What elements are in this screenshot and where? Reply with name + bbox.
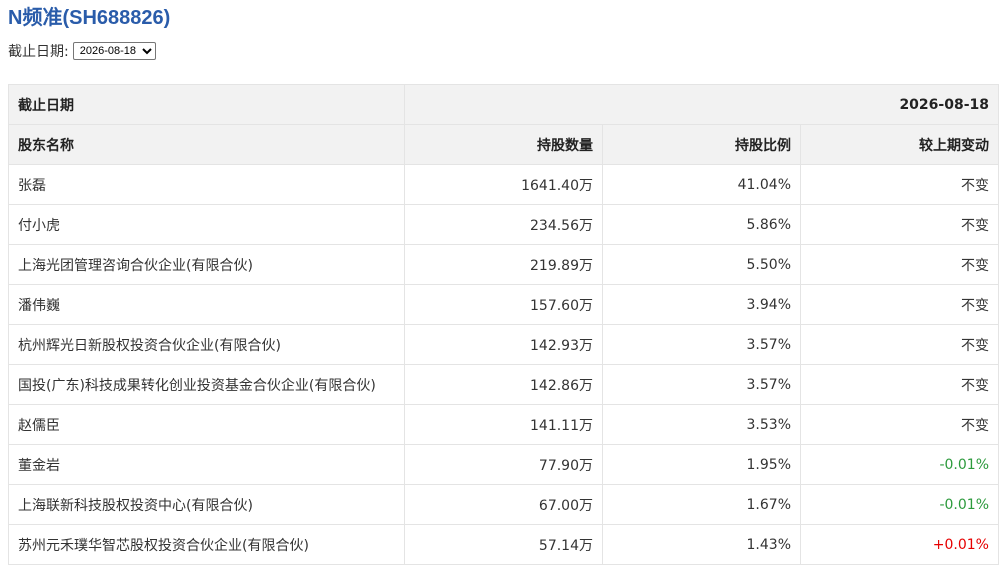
shares-cell: 157.60万: [404, 284, 603, 325]
page: N频准(SH688826) 截止日期: 2026-08-18 截止日期 2026…: [0, 0, 1000, 580]
date-select[interactable]: 2026-08-18: [72, 42, 156, 60]
shareholder-name-cell: 张磊: [8, 164, 405, 205]
stock-title: N频准(SH688826): [8, 7, 171, 29]
shareholders-table: 截止日期 2026-08-18 股东名称 持股数量 持股比例 较上期变动 张磊 1…: [8, 84, 999, 565]
ratio-cell: 3.53%: [602, 404, 801, 445]
change-cell: 不变: [800, 364, 999, 405]
shares-cell: 234.56万: [404, 204, 603, 245]
shares-cell: 67.00万: [404, 484, 603, 525]
table-row: 国投(广东)科技成果转化创业投资基金合伙企业(有限合伙) 142.86万 3.57%…: [8, 364, 999, 405]
ratio-cell: 1.67%: [602, 484, 801, 525]
table-row: 杭州辉光日新股权投资合伙企业(有限合伙) 142.93万 3.57% 不变: [8, 324, 999, 365]
change-cell: 不变: [800, 204, 999, 245]
table-row: 潘伟巍 157.60万 3.94% 不变: [8, 284, 999, 325]
change-cell: 不变: [800, 164, 999, 205]
shares-cell: 1641.40万: [404, 164, 603, 205]
change-cell: -0.01%: [800, 444, 999, 485]
shares-cell: 77.90万: [404, 444, 603, 485]
ratio-cell: 1.95%: [602, 444, 801, 485]
change-cell: -0.01%: [800, 484, 999, 525]
date-header-label: 截止日期: [8, 84, 405, 125]
column-header-shares: 持股数量: [404, 124, 603, 165]
ratio-cell: 5.50%: [602, 244, 801, 285]
shareholder-name-cell: 付小虎: [8, 204, 405, 245]
column-header-name: 股东名称: [8, 124, 405, 165]
ratio-cell: 5.86%: [602, 204, 801, 245]
ratio-cell: 3.57%: [602, 324, 801, 365]
shares-cell: 142.86万: [404, 364, 603, 405]
change-cell: +0.01%: [800, 524, 999, 565]
change-cell: 不变: [800, 244, 999, 285]
shareholder-name-cell: 国投(广东)科技成果转化创业投资基金合伙企业(有限合伙): [8, 364, 405, 405]
shares-cell: 219.89万: [404, 244, 603, 285]
shareholder-name-cell: 赵儒臣: [8, 404, 405, 445]
shareholders-table-body: 截止日期 2026-08-18 股东名称 持股数量 持股比例 较上期变动 张磊 1…: [8, 84, 999, 565]
shares-cell: 141.11万: [404, 404, 603, 445]
date-header-value: 2026-08-18: [404, 84, 999, 125]
column-header-change: 较上期变动: [800, 124, 999, 165]
date-filter-label: 截止日期:: [8, 44, 69, 60]
ratio-cell: 41.04%: [602, 164, 801, 205]
ratio-cell: 3.57%: [602, 364, 801, 405]
shareholder-name-cell: 杭州辉光日新股权投资合伙企业(有限合伙): [8, 324, 405, 365]
date-filter: 截止日期: 2026-08-18: [8, 40, 156, 62]
shareholder-name-cell: 苏州元禾璞华智芯股权投资合伙企业(有限合伙): [8, 524, 405, 565]
table-row: 上海联新科技股权投资中心(有限合伙) 67.00万 1.67% -0.01%: [8, 484, 999, 525]
column-header-ratio: 持股比例: [602, 124, 801, 165]
table-row: 赵儒臣 141.11万 3.53% 不变: [8, 404, 999, 445]
table-row: 张磊 1641.40万 41.04% 不变: [8, 164, 999, 205]
column-header-row: 股东名称 持股数量 持股比例 较上期变动: [8, 124, 999, 165]
table-row: 上海光团管理咨询合伙企业(有限合伙) 219.89万 5.50% 不变: [8, 244, 999, 285]
shareholder-name-cell: 上海光团管理咨询合伙企业(有限合伙): [8, 244, 405, 285]
ratio-cell: 1.43%: [602, 524, 801, 565]
shareholder-name-cell: 潘伟巍: [8, 284, 405, 325]
shareholder-name-cell: 董金岩: [8, 444, 405, 485]
change-cell: 不变: [800, 404, 999, 445]
shares-cell: 142.93万: [404, 324, 603, 365]
change-cell: 不变: [800, 284, 999, 325]
change-cell: 不变: [800, 324, 999, 365]
shares-cell: 57.14万: [404, 524, 603, 565]
table-row: 苏州元禾璞华智芯股权投资合伙企业(有限合伙) 57.14万 1.43% +0.01%: [8, 524, 999, 565]
table-row: 董金岩 77.90万 1.95% -0.01%: [8, 444, 999, 485]
table-row: 付小虎 234.56万 5.86% 不变: [8, 204, 999, 245]
shareholder-name-cell: 上海联新科技股权投资中心(有限合伙): [8, 484, 405, 525]
ratio-cell: 3.94%: [602, 284, 801, 325]
date-header-row: 截止日期 2026-08-18: [8, 84, 999, 125]
